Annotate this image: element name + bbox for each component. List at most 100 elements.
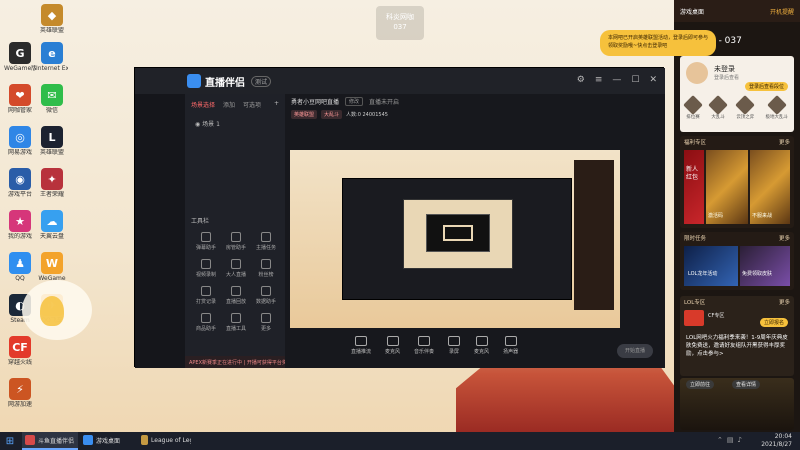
maximize-icon[interactable]: ☐ bbox=[631, 75, 639, 85]
bottom-tool[interactable]: 麦克风 bbox=[385, 336, 400, 355]
tool-item[interactable]: 大人直播 bbox=[221, 259, 251, 278]
network-icon[interactable]: ▤ bbox=[727, 436, 734, 444]
desktop-icon[interactable]: ☁ 天翼云盘 bbox=[36, 210, 68, 240]
tool-item[interactable]: 主播任务 bbox=[251, 232, 281, 251]
volume-icon[interactable]: ♪ bbox=[738, 436, 742, 444]
room-title: 勇者小豆网吧直播 bbox=[291, 98, 340, 106]
task-banner-1[interactable] bbox=[684, 246, 738, 286]
taskbar-item[interactable]: 斗鱼直播伴侣 bbox=[22, 432, 78, 450]
mode-chip[interactable]: 大乱斗 bbox=[321, 109, 343, 119]
rank-badge[interactable]: 排位赛 bbox=[683, 95, 703, 120]
avatar[interactable] bbox=[686, 62, 708, 84]
desktop-icon[interactable]: ✉ 微信 bbox=[36, 84, 68, 114]
stream-preview[interactable] bbox=[290, 150, 620, 328]
taskbar-item[interactable]: League of Legends bbox=[138, 432, 194, 450]
desktop-icon[interactable]: ✦ 王者荣耀 bbox=[36, 168, 68, 198]
desktop-icon[interactable]: L 英雄联盟 bbox=[36, 126, 68, 156]
login-tooltip[interactable]: 本网吧已开启英雄联盟活动，登录后即可参与领取奖励哦~快点击登录吧 bbox=[600, 30, 716, 56]
scene-item[interactable]: ◉ 场景 1 bbox=[185, 115, 285, 132]
tool-item[interactable]: 打赏记录 bbox=[191, 286, 221, 305]
app-titlebar[interactable]: 直播伴侣 测试 ⚙ ≡ — ☐ ✕ bbox=[135, 68, 665, 94]
menu-icon[interactable]: ≡ bbox=[595, 75, 603, 85]
desktop-icon[interactable]: CF 穿越火线 bbox=[4, 336, 36, 366]
lol-zone-more[interactable]: 更多 bbox=[779, 298, 790, 306]
desktop-icon[interactable]: ◆ 英雄联盟 bbox=[36, 4, 68, 34]
tool-item[interactable]: 直播工具 bbox=[221, 313, 251, 332]
rank-badge[interactable]: 极地大乱斗 bbox=[765, 95, 788, 120]
bottom-tool[interactable]: 扬声器 bbox=[503, 336, 518, 355]
settings-icon[interactable]: ⚙ bbox=[577, 75, 585, 85]
tool-icon bbox=[261, 259, 271, 269]
tool-icon bbox=[201, 259, 211, 269]
tool-item[interactable]: 视频录制 bbox=[191, 259, 221, 278]
welfare-more[interactable]: 更多 bbox=[779, 138, 790, 146]
eye-icon[interactable]: ◉ bbox=[195, 121, 200, 128]
add-icon[interactable]: + bbox=[274, 100, 279, 109]
news-button-2[interactable]: 查看详情 bbox=[732, 380, 761, 389]
desktop-icon[interactable]: ◎ 网易游戏 bbox=[4, 126, 36, 156]
desktop-icon[interactable]: ⚡ 网游加速 bbox=[4, 378, 36, 408]
desktop-icon[interactable]: ♟ QQ bbox=[4, 252, 36, 282]
desktop-icon[interactable]: W WeGame bbox=[36, 252, 68, 282]
bottom-tool-label: 录屏 bbox=[449, 349, 460, 355]
tool-item[interactable]: 数据助手 bbox=[251, 286, 281, 305]
tool-item[interactable]: 直播回放 bbox=[221, 286, 251, 305]
close-icon[interactable]: ✕ bbox=[649, 75, 657, 85]
tool-item[interactable]: 商品助手 bbox=[191, 313, 221, 332]
category-chip[interactable]: 英雄联盟 bbox=[291, 109, 318, 119]
taskbar-item[interactable]: 游戏桌面 bbox=[80, 432, 136, 450]
task-item-2: 免费领取皮肤 bbox=[742, 271, 773, 277]
bottom-tool-label: 麦克风 bbox=[385, 349, 401, 355]
app-icon: L bbox=[41, 126, 63, 148]
clock[interactable]: 20:04 2021/8/27 bbox=[761, 433, 792, 449]
tool-item[interactable]: 粉丝榜 bbox=[251, 259, 281, 278]
room-edit-button[interactable]: 修改 bbox=[345, 96, 364, 106]
rank-badge-label: 云顶之弈 bbox=[736, 115, 755, 120]
desktop-icon[interactable]: ❤ 网咖管家 bbox=[4, 84, 36, 114]
desktop-icon[interactable]: G WeGame版 bbox=[4, 42, 36, 72]
bottom-tool-label: 直播推流 bbox=[351, 349, 372, 355]
bottom-tool[interactable]: 音乐伴奏 bbox=[414, 336, 434, 355]
start-button[interactable]: ⊞ bbox=[0, 432, 20, 450]
bottom-tool[interactable]: 录屏 bbox=[448, 336, 461, 355]
tool-item[interactable]: 房管助手 bbox=[221, 232, 251, 251]
rank-badge-label: 排位赛 bbox=[686, 115, 700, 120]
tool-item[interactable]: 弹幕助手 bbox=[191, 232, 221, 251]
app-icon: ◆ bbox=[41, 4, 63, 26]
welfare-item-3: 不服来战 bbox=[752, 213, 773, 219]
bottom-tool[interactable]: 麦克风 bbox=[474, 336, 489, 355]
login-button[interactable]: 登录后查看段位 bbox=[744, 82, 788, 91]
rank-badge[interactable]: 大乱斗 bbox=[708, 95, 729, 120]
cf-signup-button[interactable]: 立即报名 bbox=[759, 318, 788, 327]
task-more[interactable]: 更多 bbox=[779, 234, 790, 242]
room-stats: 人数:0 24001545 bbox=[346, 111, 388, 118]
task-banner-2[interactable] bbox=[740, 246, 790, 286]
desktop-icon[interactable]: eInternet Explorer bbox=[36, 42, 68, 72]
rank-badge[interactable]: 云顶之弈 bbox=[735, 95, 756, 120]
news-text[interactable]: LOL网吧火力福利季来袭！1-9周年庆典皮肤免费送，邀请好友组队开黑获得丰厚奖励… bbox=[686, 334, 790, 358]
tab-scene[interactable]: 场景选择 bbox=[191, 100, 215, 109]
panel-header: 游戏桌面 开机提醒 bbox=[674, 0, 800, 22]
desktop-icon[interactable]: ★ 我的游戏 bbox=[4, 210, 36, 240]
panel-warn[interactable]: 开机提醒 bbox=[770, 7, 794, 16]
chevron-up-icon[interactable]: ⌃ bbox=[717, 436, 723, 444]
tool-icon bbox=[201, 286, 211, 296]
tool-label: 房管助手 bbox=[225, 245, 246, 251]
bottom-tool[interactable]: 直播推流 bbox=[351, 336, 371, 355]
start-live-button[interactable]: 开始直播 bbox=[617, 344, 653, 358]
desktop-icon-label: WeGame版 bbox=[4, 65, 36, 72]
tool-label: 弹幕助手 bbox=[195, 245, 216, 251]
minimize-icon[interactable]: — bbox=[612, 75, 621, 85]
bottom-tool-label: 扬声器 bbox=[503, 349, 519, 355]
tool-label: 主播任务 bbox=[255, 245, 276, 251]
tool-item[interactable]: 更多 bbox=[251, 313, 281, 332]
tab-options[interactable]: 可选项 bbox=[243, 100, 261, 109]
desktop-icon-label: 游戏平台 bbox=[7, 191, 32, 198]
tab-add[interactable]: 添加 bbox=[223, 100, 235, 109]
window-controls: ⚙ ≡ — ☐ ✕ bbox=[577, 75, 657, 85]
taskbar-items: 斗鱼直播伴侣 游戏桌面 League of Legends bbox=[20, 432, 194, 450]
welfare-banner-left[interactable] bbox=[684, 150, 704, 224]
bottom-banner[interactable]: 立即前往 查看详情 bbox=[680, 378, 794, 430]
news-button-1[interactable]: 立即前往 bbox=[686, 380, 715, 389]
desktop-icon[interactable]: ◉ 游戏平台 bbox=[4, 168, 36, 198]
